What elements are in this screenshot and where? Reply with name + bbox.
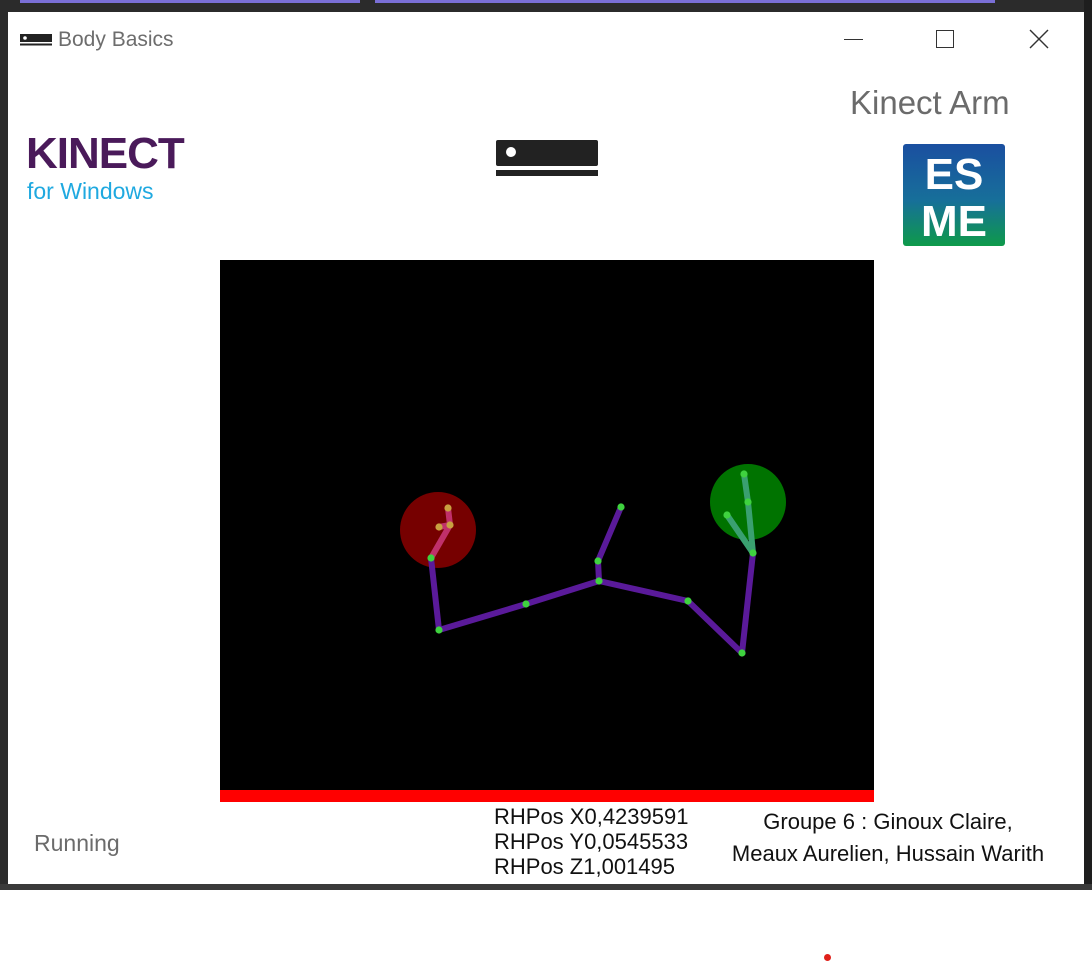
- skeleton-joint: [444, 504, 452, 512]
- skeleton-bone: [428, 555, 442, 633]
- skeleton-joint: [723, 511, 731, 519]
- maximize-icon: [936, 30, 954, 48]
- kinect-logo-word: KINECT: [26, 129, 185, 178]
- clipping-edge-indicator: [220, 790, 874, 802]
- svg-text:ES: ES: [925, 150, 984, 199]
- svg-text:ME: ME: [921, 197, 987, 246]
- skeleton-bone: [596, 578, 691, 604]
- skeleton-joint: [427, 554, 435, 562]
- title-bar[interactable]: Body Basics: [8, 12, 1084, 68]
- background-ide-edge: [0, 884, 1092, 890]
- skeleton-joint: [740, 470, 748, 478]
- skeleton-joint: [446, 521, 454, 529]
- skeleton-joint: [594, 557, 602, 565]
- app-window: Body Basics KINECT for Windows Kinect Ar…: [8, 12, 1084, 884]
- skeleton-bone: [739, 550, 756, 656]
- skeleton-bone: [523, 578, 602, 607]
- rhpos-x: RHPos X0,4239591: [494, 804, 689, 829]
- credits-line-1: Groupe 6 : Ginoux Claire,: [763, 809, 1013, 834]
- skeleton-joint: [749, 549, 757, 557]
- skeleton-joint: [435, 523, 443, 531]
- group-credits: Groupe 6 : Ginoux Claire, Meaux Aurelien…: [708, 806, 1068, 870]
- skeleton-bone: [685, 598, 745, 656]
- kinect-logo-subtitle: for Windows: [27, 178, 154, 204]
- cursor-dot: [824, 954, 831, 961]
- kinect-for-windows-logo: KINECT for Windows: [26, 132, 206, 212]
- background-ide-edge: [1084, 0, 1092, 890]
- skeleton-joint: [684, 597, 692, 605]
- maximize-button[interactable]: [922, 20, 968, 60]
- rhpos-y: RHPos Y0,0545533: [494, 829, 689, 854]
- background-tab-accent: [20, 0, 360, 3]
- skeleton-joint: [617, 503, 625, 511]
- close-icon: [1029, 29, 1049, 49]
- window-title: Body Basics: [58, 28, 174, 51]
- minimize-button[interactable]: [830, 20, 876, 60]
- kinect-sensor-icon: [20, 34, 52, 46]
- esme-logo: ES ME: [903, 144, 1005, 246]
- status-text: Running: [34, 830, 120, 856]
- body-tracking-canvas: [220, 260, 874, 790]
- background-tab-accent: [375, 0, 995, 3]
- right-hand-position-readout: RHPos X0,4239591 RHPos Y0,0545533 RHPos …: [494, 804, 688, 879]
- minimize-icon: [844, 39, 863, 40]
- app-heading: Kinect Arm: [850, 84, 1010, 121]
- skeleton-joint: [738, 649, 746, 657]
- rhpos-z: RHPos Z1,001495: [494, 854, 675, 879]
- skeleton-view: [400, 464, 786, 657]
- skeleton-joint: [435, 626, 443, 634]
- skeleton-joint: [744, 498, 752, 506]
- background-ide-edge: [0, 0, 8, 890]
- skeleton-joint: [522, 600, 530, 608]
- kinect-sensor-icon: [496, 140, 598, 176]
- credits-line-2: Meaux Aurelien, Hussain Warith: [731, 841, 1045, 866]
- skeleton-bone: [436, 601, 529, 633]
- close-button[interactable]: [1016, 20, 1062, 60]
- skeleton-joint: [595, 577, 603, 585]
- skeleton-bone: [741, 471, 751, 505]
- skeleton-bone: [595, 504, 624, 564]
